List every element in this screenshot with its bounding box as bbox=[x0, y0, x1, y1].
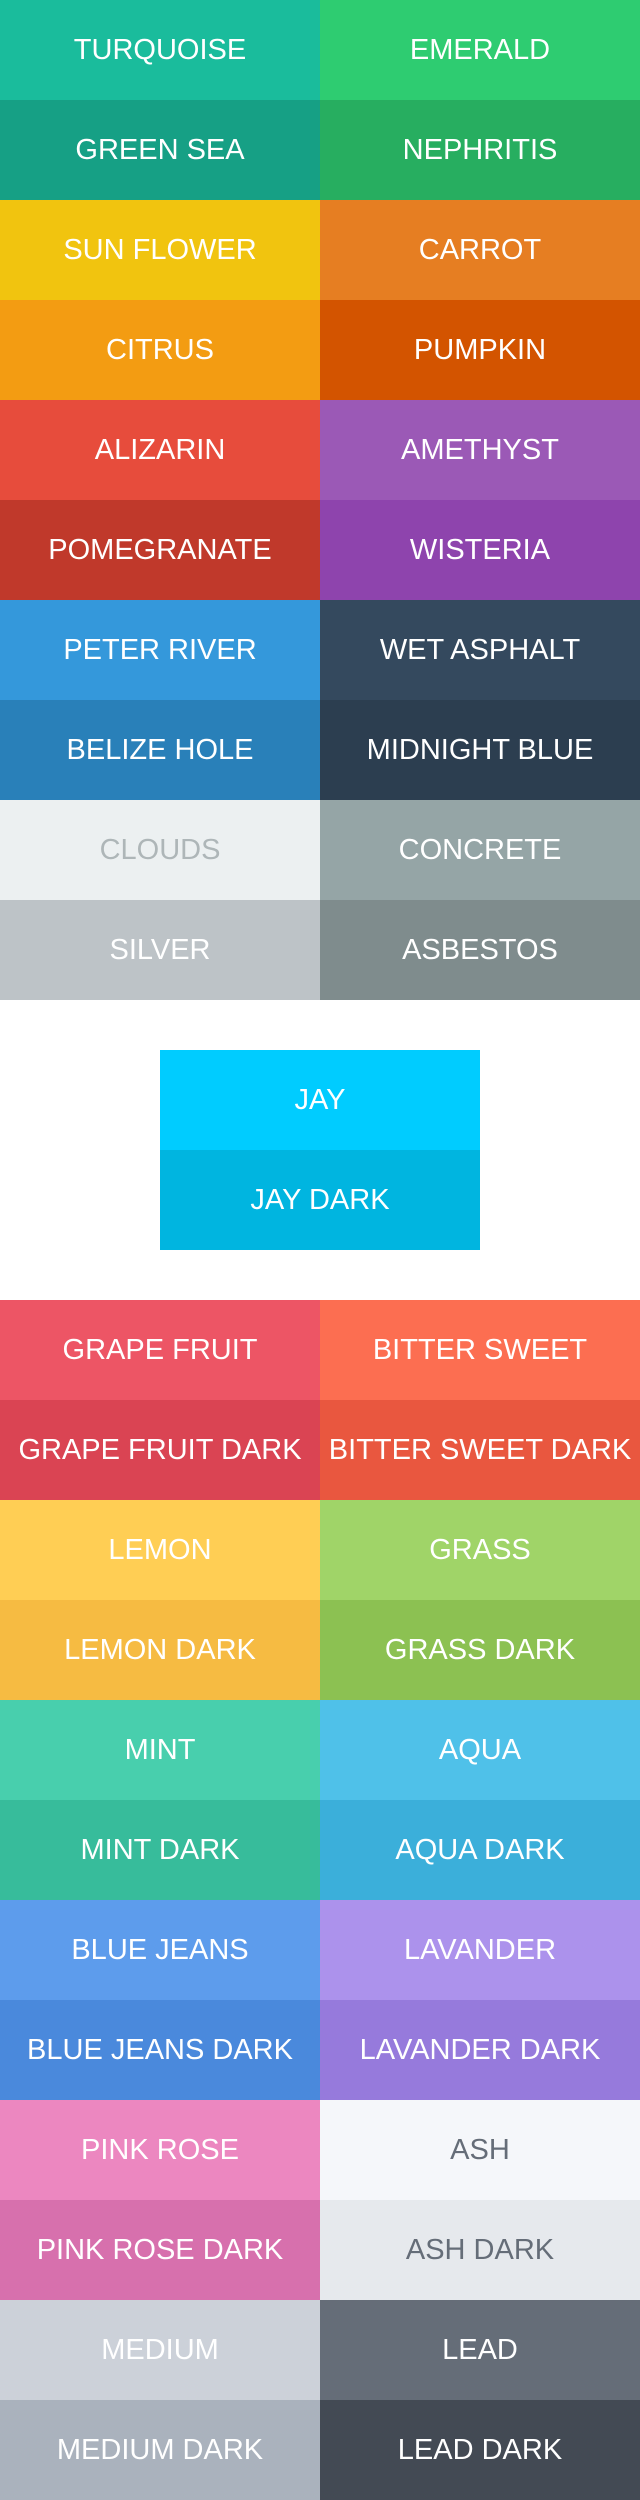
swatch-medium[interactable]: MEDIUM bbox=[0, 2300, 320, 2400]
swatch-lavander[interactable]: LAVANDER bbox=[320, 1900, 640, 2000]
swatch-aqua-dark[interactable]: AQUA DARK bbox=[320, 1800, 640, 1900]
swatch-mint[interactable]: MINT bbox=[0, 1700, 320, 1800]
swatch-grape-fruit-dark[interactable]: GRAPE FRUIT DARK bbox=[0, 1400, 320, 1500]
swatch-aqua[interactable]: AQUA bbox=[320, 1700, 640, 1800]
swatch-sun-flower[interactable]: SUN FLOWER bbox=[0, 200, 320, 300]
swatch-blue-jeans-dark[interactable]: BLUE JEANS DARK bbox=[0, 2000, 320, 2100]
swatch-grass-dark[interactable]: GRASS DARK bbox=[320, 1600, 640, 1700]
jay-swatch-group: JAY JAY DARK bbox=[160, 1050, 480, 1250]
swatch-grape-fruit[interactable]: GRAPE FRUIT bbox=[0, 1300, 320, 1400]
swatch-lemon-dark[interactable]: LEMON DARK bbox=[0, 1600, 320, 1700]
swatch-silver[interactable]: SILVER bbox=[0, 900, 320, 1000]
swatch-bitter-sweet[interactable]: BITTER SWEET bbox=[320, 1300, 640, 1400]
swatch-ash-dark[interactable]: ASH DARK bbox=[320, 2200, 640, 2300]
swatch-lemon[interactable]: LEMON bbox=[0, 1500, 320, 1600]
swatch-medium-dark[interactable]: MEDIUM DARK bbox=[0, 2400, 320, 2500]
swatch-amethyst[interactable]: AMETHYST bbox=[320, 400, 640, 500]
bottom-swatch-grid: GRAPE FRUIT BITTER SWEET GRAPE FRUIT DAR… bbox=[0, 1300, 640, 2500]
swatch-lavander-dark[interactable]: LAVANDER DARK bbox=[320, 2000, 640, 2100]
swatch-pumpkin[interactable]: PUMPKIN bbox=[320, 300, 640, 400]
swatch-clouds[interactable]: CLOUDS bbox=[0, 800, 320, 900]
swatch-turquoise[interactable]: TURQUOISE bbox=[0, 0, 320, 100]
swatch-wisteria[interactable]: WISTERIA bbox=[320, 500, 640, 600]
swatch-pomegranate[interactable]: POMEGRANATE bbox=[0, 500, 320, 600]
swatch-jay-dark[interactable]: JAY DARK bbox=[160, 1150, 480, 1250]
swatch-nephritis[interactable]: NEPHRITIS bbox=[320, 100, 640, 200]
swatch-mint-dark[interactable]: MINT DARK bbox=[0, 1800, 320, 1900]
swatch-blue-jeans[interactable]: BLUE JEANS bbox=[0, 1900, 320, 2000]
swatch-pink-rose[interactable]: PINK ROSE bbox=[0, 2100, 320, 2200]
swatch-bitter-sweet-dark[interactable]: BITTER SWEET DARK bbox=[320, 1400, 640, 1500]
swatch-lead[interactable]: LEAD bbox=[320, 2300, 640, 2400]
swatch-citrus[interactable]: CITRUS bbox=[0, 300, 320, 400]
top-swatch-grid: TURQUOISE EMERALD GREEN SEA NEPHRITIS SU… bbox=[0, 0, 640, 1000]
jay-section: JAY JAY DARK bbox=[0, 1000, 640, 1300]
swatch-emerald[interactable]: EMERALD bbox=[320, 0, 640, 100]
swatch-jay[interactable]: JAY bbox=[160, 1050, 480, 1150]
swatch-pink-rose-dark[interactable]: PINK ROSE DARK bbox=[0, 2200, 320, 2300]
swatch-green-sea[interactable]: GREEN SEA bbox=[0, 100, 320, 200]
swatch-alizarin[interactable]: ALIZARIN bbox=[0, 400, 320, 500]
swatch-ash[interactable]: ASH bbox=[320, 2100, 640, 2200]
swatch-lead-dark[interactable]: LEAD DARK bbox=[320, 2400, 640, 2500]
swatch-peter-river[interactable]: PETER RIVER bbox=[0, 600, 320, 700]
swatch-grass[interactable]: GRASS bbox=[320, 1500, 640, 1600]
swatch-asbestos[interactable]: ASBESTOS bbox=[320, 900, 640, 1000]
swatch-belize-hole[interactable]: BELIZE HOLE bbox=[0, 700, 320, 800]
swatch-midnight-blue[interactable]: MIDNIGHT BLUE bbox=[320, 700, 640, 800]
swatch-concrete[interactable]: CONCRETE bbox=[320, 800, 640, 900]
swatch-carrot[interactable]: CARROT bbox=[320, 200, 640, 300]
swatch-wet-asphalt[interactable]: WET ASPHALT bbox=[320, 600, 640, 700]
